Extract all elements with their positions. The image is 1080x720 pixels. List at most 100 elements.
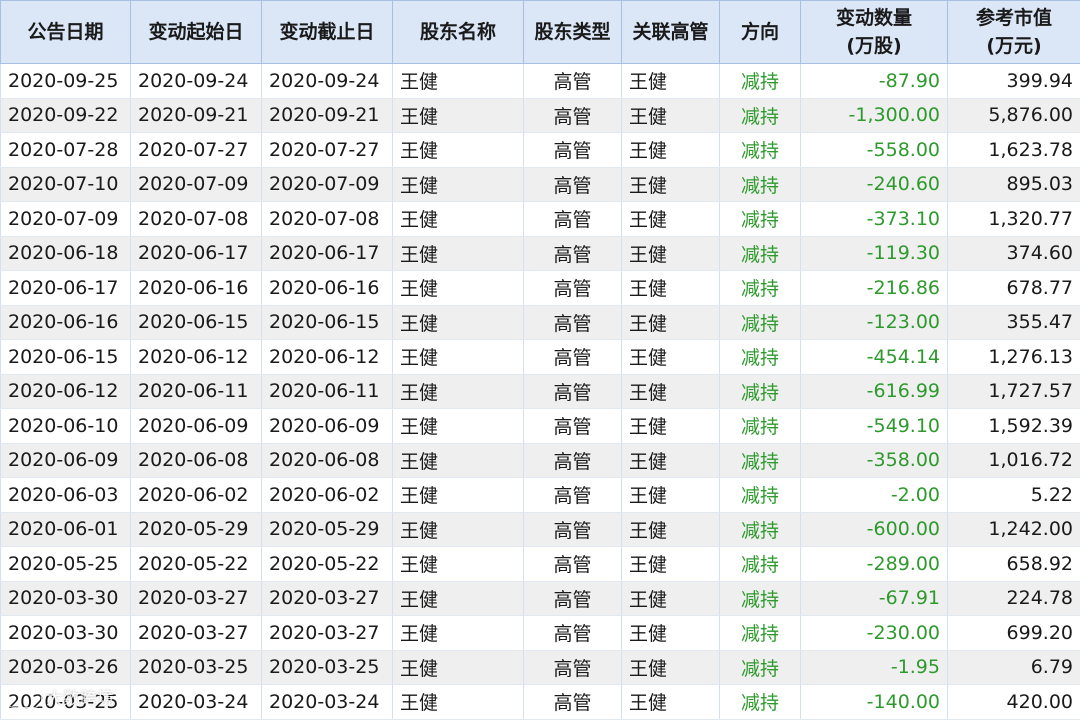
- table-row[interactable]: 2020-09-252020-09-242020-09-24王健高管王健减持-8…: [1, 64, 1080, 99]
- table-row[interactable]: 2020-03-302020-03-272020-03-27王健高管王健减持-6…: [1, 581, 1080, 616]
- table-row[interactable]: 2020-06-182020-06-172020-06-17王健高管王健减持-1…: [1, 236, 1080, 271]
- cell-holder-type: 高管: [524, 547, 622, 582]
- cell-direction: 减持: [720, 98, 801, 133]
- table-row[interactable]: 2020-06-162020-06-152020-06-15王健高管王健减持-1…: [1, 305, 1080, 340]
- col-header-announce-date[interactable]: 公告日期: [1, 1, 131, 64]
- cell-related-exec: 王健: [622, 236, 720, 271]
- table-row[interactable]: 2020-07-102020-07-092020-07-09王健高管王健减持-2…: [1, 167, 1080, 202]
- cell-announce-date: 2020-09-25: [1, 64, 131, 99]
- col-header-start-date[interactable]: 变动起始日: [131, 1, 262, 64]
- cell-holder-name: 王健: [393, 202, 524, 237]
- table-row[interactable]: 2020-06-122020-06-112020-06-11王健高管王健减持-6…: [1, 374, 1080, 409]
- cell-direction: 减持: [720, 650, 801, 685]
- cell-announce-date: 2020-06-09: [1, 443, 131, 478]
- cell-related-exec: 王健: [622, 650, 720, 685]
- table-row[interactable]: 2020-06-092020-06-082020-06-08王健高管王健减持-3…: [1, 443, 1080, 478]
- cell-holder-type: 高管: [524, 133, 622, 168]
- cell-holder-type: 高管: [524, 512, 622, 547]
- table-row[interactable]: 2020-06-172020-06-162020-06-16王健高管王健减持-2…: [1, 271, 1080, 306]
- cell-market-value: 1,592.39: [948, 409, 1080, 444]
- cell-start-date: 2020-06-12: [131, 340, 262, 375]
- cell-start-date: 2020-05-22: [131, 547, 262, 582]
- cell-start-date: 2020-06-09: [131, 409, 262, 444]
- cell-change-qty: -373.10: [801, 202, 948, 237]
- cell-start-date: 2020-03-24: [131, 685, 262, 720]
- cell-holder-type: 高管: [524, 374, 622, 409]
- cell-end-date: 2020-09-21: [262, 98, 393, 133]
- cell-start-date: 2020-07-27: [131, 133, 262, 168]
- cell-direction: 减持: [720, 133, 801, 168]
- cell-holder-type: 高管: [524, 581, 622, 616]
- logo-icon: [6, 690, 42, 708]
- cell-direction: 减持: [720, 374, 801, 409]
- col-header-change-qty[interactable]: 变动数量(万股): [801, 1, 948, 64]
- cell-change-qty: -454.14: [801, 340, 948, 375]
- table-row[interactable]: 2020-03-302020-03-272020-03-27王健高管王健减持-2…: [1, 616, 1080, 651]
- table-row[interactable]: 2020-07-282020-07-272020-07-27王健高管王健减持-5…: [1, 133, 1080, 168]
- cell-direction: 减持: [720, 581, 801, 616]
- cell-change-qty: -558.00: [801, 133, 948, 168]
- cell-market-value: 224.78: [948, 581, 1080, 616]
- col-header-market-value[interactable]: 参考市值(万元): [948, 1, 1080, 64]
- cell-end-date: 2020-09-24: [262, 64, 393, 99]
- cell-related-exec: 王健: [622, 305, 720, 340]
- col-header-holder-type[interactable]: 股东类型: [524, 1, 622, 64]
- cell-start-date: 2020-06-16: [131, 271, 262, 306]
- table-row[interactable]: 2020-03-252020-03-242020-03-24王健高管王健减持-1…: [1, 685, 1080, 720]
- cell-related-exec: 王健: [622, 167, 720, 202]
- cell-market-value: 1,320.77: [948, 202, 1080, 237]
- cell-direction: 减持: [720, 547, 801, 582]
- cell-end-date: 2020-05-29: [262, 512, 393, 547]
- cell-end-date: 2020-05-22: [262, 547, 393, 582]
- cell-announce-date: 2020-06-15: [1, 340, 131, 375]
- cell-holder-type: 高管: [524, 685, 622, 720]
- cell-market-value: 1,623.78: [948, 133, 1080, 168]
- cell-related-exec: 王健: [622, 616, 720, 651]
- cell-market-value: 699.20: [948, 616, 1080, 651]
- cell-announce-date: 2020-09-22: [1, 98, 131, 133]
- cell-market-value: 1,016.72: [948, 443, 1080, 478]
- col-header-related-exec[interactable]: 关联高管: [622, 1, 720, 64]
- cell-end-date: 2020-07-09: [262, 167, 393, 202]
- watermark-text: 大数跨境: [46, 689, 114, 709]
- cell-start-date: 2020-07-08: [131, 202, 262, 237]
- cell-holder-type: 高管: [524, 202, 622, 237]
- cell-market-value: 658.92: [948, 547, 1080, 582]
- cell-direction: 减持: [720, 478, 801, 513]
- col-header-direction[interactable]: 方向: [720, 1, 801, 64]
- col-header-holder-name[interactable]: 股东名称: [393, 1, 524, 64]
- table-row[interactable]: 2020-06-102020-06-092020-06-09王健高管王健减持-5…: [1, 409, 1080, 444]
- cell-end-date: 2020-03-25: [262, 650, 393, 685]
- table-row[interactable]: 2020-09-222020-09-212020-09-21王健高管王健减持-1…: [1, 98, 1080, 133]
- cell-holder-name: 王健: [393, 340, 524, 375]
- cell-holder-name: 王健: [393, 685, 524, 720]
- cell-related-exec: 王健: [622, 98, 720, 133]
- cell-start-date: 2020-05-29: [131, 512, 262, 547]
- cell-holder-type: 高管: [524, 409, 622, 444]
- cell-start-date: 2020-06-08: [131, 443, 262, 478]
- cell-holder-name: 王健: [393, 512, 524, 547]
- cell-direction: 减持: [720, 512, 801, 547]
- cell-change-qty: -230.00: [801, 616, 948, 651]
- cell-change-qty: -216.86: [801, 271, 948, 306]
- cell-announce-date: 2020-06-01: [1, 512, 131, 547]
- cell-market-value: 355.47: [948, 305, 1080, 340]
- cell-end-date: 2020-06-12: [262, 340, 393, 375]
- cell-holder-name: 王健: [393, 478, 524, 513]
- cell-change-qty: -600.00: [801, 512, 948, 547]
- cell-change-qty: -123.00: [801, 305, 948, 340]
- cell-start-date: 2020-06-02: [131, 478, 262, 513]
- cell-holder-name: 王健: [393, 650, 524, 685]
- table-row[interactable]: 2020-07-092020-07-082020-07-08王健高管王健减持-3…: [1, 202, 1080, 237]
- table-row[interactable]: 2020-06-012020-05-292020-05-29王健高管王健减持-6…: [1, 512, 1080, 547]
- col-header-end-date[interactable]: 变动截止日: [262, 1, 393, 64]
- cell-holder-name: 王健: [393, 236, 524, 271]
- cell-announce-date: 2020-06-03: [1, 478, 131, 513]
- cell-holder-name: 王健: [393, 547, 524, 582]
- table-row[interactable]: 2020-03-262020-03-252020-03-25王健高管王健减持-1…: [1, 650, 1080, 685]
- table-row[interactable]: 2020-05-252020-05-222020-05-22王健高管王健减持-2…: [1, 547, 1080, 582]
- cell-start-date: 2020-09-21: [131, 98, 262, 133]
- cell-holder-name: 王健: [393, 98, 524, 133]
- table-row[interactable]: 2020-06-152020-06-122020-06-12王健高管王健减持-4…: [1, 340, 1080, 375]
- table-row[interactable]: 2020-06-032020-06-022020-06-02王健高管王健减持-2…: [1, 478, 1080, 513]
